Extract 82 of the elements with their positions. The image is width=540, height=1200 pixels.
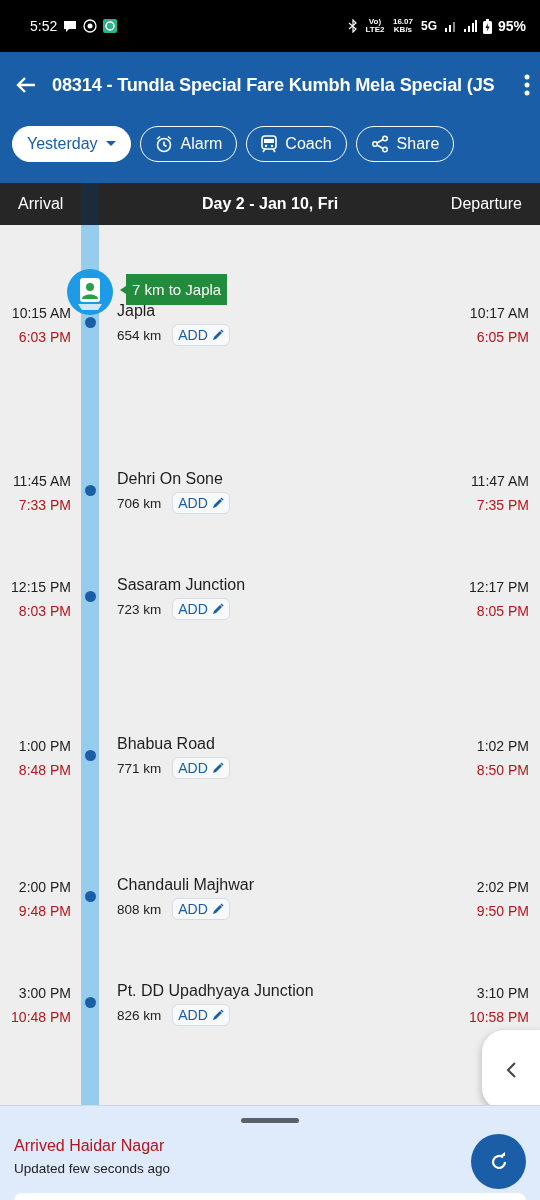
scheduled-time: 1:02 PM	[476, 738, 529, 754]
date-dropdown[interactable]: Yesterday	[12, 126, 131, 162]
scheduled-time: 2:00 PM	[18, 879, 71, 895]
battery-icon	[482, 18, 492, 34]
signal-icon	[442, 20, 457, 32]
add-button[interactable]: ADD	[172, 898, 230, 920]
station-dot	[84, 485, 96, 496]
signal-icon	[462, 20, 477, 32]
add-button[interactable]: ADD	[172, 757, 230, 779]
train-status: Arrived Haidar Nagar	[14, 1137, 166, 1155]
caret-icon	[105, 141, 116, 147]
refresh-button[interactable]	[471, 1134, 526, 1189]
station-name: Japla	[117, 302, 157, 320]
network-label: Vo) LTE2	[364, 18, 385, 34]
app-icon	[103, 19, 118, 33]
station-name: Sasaram Junction	[117, 576, 247, 594]
bluetooth-icon	[346, 19, 359, 33]
chat-bubble-icon	[63, 20, 78, 32]
actual-time: 6:05 PM	[476, 329, 529, 345]
actual-time: 9:48 PM	[18, 903, 71, 919]
station-name: Pt. DD Upadhyaya Junction	[117, 982, 315, 1000]
scheduled-time: 10:15 AM	[11, 305, 71, 321]
distance-text: 826 km	[117, 1007, 162, 1023]
add-button[interactable]: ADD	[172, 492, 230, 514]
drag-handle[interactable]	[241, 1118, 299, 1123]
actual-time: 8:50 PM	[476, 762, 529, 778]
actual-time: 8:05 PM	[476, 603, 529, 619]
clock-time: 5:52	[30, 18, 58, 34]
add-button[interactable]: ADD	[172, 324, 230, 346]
station-dot	[84, 997, 96, 1008]
actual-time: 10:58 PM	[469, 1009, 529, 1025]
scheduled-time: 11:45 AM	[12, 473, 71, 489]
network-type: 5G	[420, 19, 437, 33]
station-name: Dehri On Sone	[117, 470, 224, 488]
station-dot	[84, 591, 96, 602]
distance-tooltip: 7 km to Japla	[120, 274, 228, 305]
column-heading: Arrival	[18, 195, 64, 213]
station-dot	[84, 750, 96, 761]
day-heading: Day 2 - Jan 10, Fri	[201, 195, 340, 213]
distance-text: 808 km	[117, 901, 162, 917]
distance-text: 706 km	[117, 495, 162, 511]
network-speed: 16.07 KB/s	[391, 18, 414, 34]
alarm-clock-icon	[154, 135, 173, 153]
circle-badge-icon	[83, 19, 98, 33]
train-title: 08314 - Tundla Special Fare Kumbh Mela Special (JS	[52, 74, 496, 96]
actual-time: 8:48 PM	[18, 762, 71, 778]
pencil-icon	[211, 329, 224, 341]
station-dot	[84, 317, 96, 328]
scheduled-time: 3:00 PM	[18, 985, 71, 1001]
actual-time: 8:03 PM	[18, 603, 71, 619]
scheduled-time: 12:15 PM	[11, 579, 71, 595]
actual-time: 7:33 PM	[18, 497, 71, 513]
actual-time: 9:50 PM	[476, 903, 529, 919]
station-name: Bhabua Road	[117, 735, 216, 753]
battery-percent: 95%	[497, 18, 526, 34]
scheduled-time: 2:02 PM	[476, 879, 529, 895]
scheduled-time: 11:47 AM	[470, 473, 529, 489]
pencil-icon	[211, 762, 224, 774]
station-dot	[84, 891, 96, 902]
add-button[interactable]: ADD	[172, 598, 230, 620]
actual-time: 7:35 PM	[476, 497, 529, 513]
actual-time: 10:48 PM	[11, 1009, 71, 1025]
scheduled-time: 12:17 PM	[469, 579, 529, 595]
more-options-icon[interactable]	[524, 74, 530, 96]
station-name: Chandauli Majhwar	[117, 876, 255, 894]
distance-text: 771 km	[117, 760, 162, 776]
distance-text: 723 km	[117, 601, 162, 617]
add-button[interactable]: ADD	[172, 1004, 230, 1026]
share-icon	[370, 135, 389, 153]
scheduled-time: 1:00 PM	[18, 738, 71, 754]
scheduled-time: 10:17 AM	[469, 305, 529, 321]
column-heading: Departure	[450, 195, 522, 213]
pencil-icon	[211, 603, 224, 615]
actual-time: 6:03 PM	[18, 329, 71, 345]
update-time: Updated few seconds ago	[14, 1161, 171, 1176]
pencil-icon	[211, 903, 224, 915]
train-icon	[261, 135, 278, 153]
pencil-icon	[211, 497, 224, 509]
pencil-icon	[211, 1009, 224, 1021]
scheduled-time: 3:10 PM	[476, 985, 529, 1001]
distance-text: 654 km	[117, 327, 162, 343]
chevron-left-icon	[506, 1062, 516, 1078]
